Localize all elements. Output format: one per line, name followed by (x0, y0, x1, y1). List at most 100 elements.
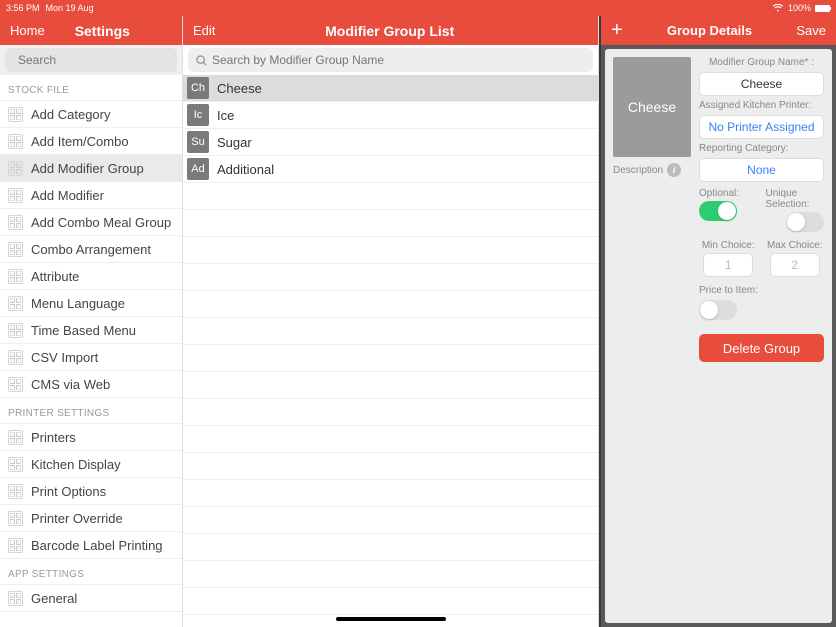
empty-row (183, 264, 598, 291)
nav-add-category[interactable]: Add Category (0, 101, 182, 128)
nav-label: Add Combo Meal Group (31, 215, 171, 230)
nav-add-modifier[interactable]: Add Modifier (0, 182, 182, 209)
nav-label: Printers (31, 430, 76, 445)
empty-row (183, 345, 598, 372)
printer-icon (8, 430, 23, 445)
nav-add-modifier-group[interactable]: Add Modifier Group (0, 155, 182, 182)
delete-button[interactable]: Delete Group (699, 334, 824, 362)
plus-icon (8, 188, 23, 203)
min-label: Min Choice: (702, 240, 755, 251)
status-time: 3:56 PM (6, 3, 40, 13)
empty-row (183, 534, 598, 561)
thumbnail[interactable]: Cheese (613, 57, 691, 157)
empty-row (183, 237, 598, 264)
add-button[interactable]: + (611, 19, 623, 42)
search-icon (196, 55, 207, 66)
tag-icon (8, 269, 23, 284)
nav-add-combo-meal[interactable]: Add Combo Meal Group (0, 209, 182, 236)
min-value: 1 (725, 258, 732, 272)
nav-printers[interactable]: Printers (0, 424, 182, 451)
nav-label: Combo Arrangement (31, 242, 151, 257)
detail-panel: + Group Details Save Cheese Description … (599, 16, 836, 627)
nav-add-item[interactable]: Add Item/Combo (0, 128, 182, 155)
sidebar-search[interactable] (5, 48, 177, 72)
thumbnail-label: Cheese (628, 99, 676, 115)
nav-kds[interactable]: Kitchen Display (0, 451, 182, 478)
optional-toggle[interactable] (699, 201, 737, 221)
nav-label: Print Options (31, 484, 106, 499)
printer-icon (8, 511, 23, 526)
home-button[interactable]: Home (10, 23, 45, 38)
max-value: 2 (791, 258, 798, 272)
detail-title: Group Details (667, 23, 752, 38)
info-icon[interactable]: i (667, 163, 681, 177)
printer-label: Assigned Kitchen Printer: (699, 100, 824, 111)
price-label: Price to Item: (699, 285, 824, 296)
plus-icon (8, 134, 23, 149)
nav-print-options[interactable]: Print Options (0, 478, 182, 505)
name-value: Cheese (741, 77, 782, 91)
modifier-row[interactable]: SuSugar (183, 129, 598, 156)
section-header-app: APP SETTINGS (0, 559, 182, 585)
home-indicator (336, 617, 446, 621)
modifier-row[interactable]: IcIce (183, 102, 598, 129)
battery-icon (815, 5, 830, 12)
nav-printer-override[interactable]: Printer Override (0, 505, 182, 532)
modifier-group-list[interactable]: Ch Cheese IcIceSuSugarAd Additional (183, 75, 598, 627)
empty-row (183, 372, 598, 399)
modifier-label: Additional (217, 162, 274, 177)
nav-list[interactable]: STOCK FILEAdd CategoryAdd Item/ComboAdd … (0, 75, 182, 627)
section-header-printer: PRINTER SETTINGS (0, 398, 182, 424)
min-choice-field[interactable]: 1 (703, 253, 753, 277)
nav-time-based[interactable]: Time Based Menu (0, 317, 182, 344)
max-choice-field[interactable]: 2 (770, 253, 820, 277)
nav-menu-language[interactable]: Menu Language (0, 290, 182, 317)
gear-icon (8, 591, 23, 606)
price-toggle[interactable] (699, 300, 737, 320)
category-field[interactable]: None (699, 158, 824, 182)
nav-csv-import[interactable]: CSV Import (0, 344, 182, 371)
nav-label: Kitchen Display (31, 457, 121, 472)
modifier-avatar: Ad (187, 158, 209, 180)
nav-label: Menu Language (31, 296, 125, 311)
nav-label: General (31, 591, 77, 606)
doc-icon (8, 350, 23, 365)
empty-row (183, 426, 598, 453)
empty-row (183, 318, 598, 345)
nav-attribute[interactable]: Attribute (0, 263, 182, 290)
unique-toggle[interactable] (786, 212, 824, 232)
empty-row (183, 588, 598, 615)
empty-row (183, 561, 598, 588)
modifier-search[interactable] (188, 48, 593, 72)
modifier-row[interactable]: Ad Additional (183, 156, 598, 183)
delete-label: Delete Group (723, 341, 800, 356)
edit-button[interactable]: Edit (193, 23, 215, 38)
optional-label: Optional: (699, 188, 739, 199)
save-button[interactable]: Save (796, 23, 826, 38)
list-title: Modifier Group List (215, 23, 564, 39)
printer-value: No Printer Assigned (708, 120, 814, 134)
modifier-label: Cheese (217, 81, 262, 96)
screen-icon (8, 457, 23, 472)
modifier-row[interactable]: Ch Cheese (183, 75, 598, 102)
nav-label: CSV Import (31, 350, 98, 365)
nav-cms[interactable]: CMS via Web (0, 371, 182, 398)
nav-label: Time Based Menu (31, 323, 136, 338)
nav-label: CMS via Web (31, 377, 110, 392)
nav-combo-arrangement[interactable]: Combo Arrangement (0, 236, 182, 263)
modifier-search-input[interactable] (212, 53, 585, 67)
sidebar: Home Settings STOCK FILEAdd CategoryAdd … (0, 16, 183, 627)
nav-label: Add Category (31, 107, 111, 122)
empty-row (183, 480, 598, 507)
modifier-avatar: Ch (187, 77, 209, 99)
wifi-icon (772, 4, 784, 12)
nav-barcode[interactable]: Barcode Label Printing (0, 532, 182, 559)
max-label: Max Choice: (767, 240, 823, 251)
sidebar-search-input[interactable] (18, 53, 173, 67)
category-label: Reporting Category: (699, 143, 824, 154)
printer-field[interactable]: No Printer Assigned (699, 115, 824, 139)
empty-row (183, 183, 598, 210)
nav-general[interactable]: General (0, 585, 182, 612)
name-field[interactable]: Cheese (699, 72, 824, 96)
empty-row (183, 507, 598, 534)
